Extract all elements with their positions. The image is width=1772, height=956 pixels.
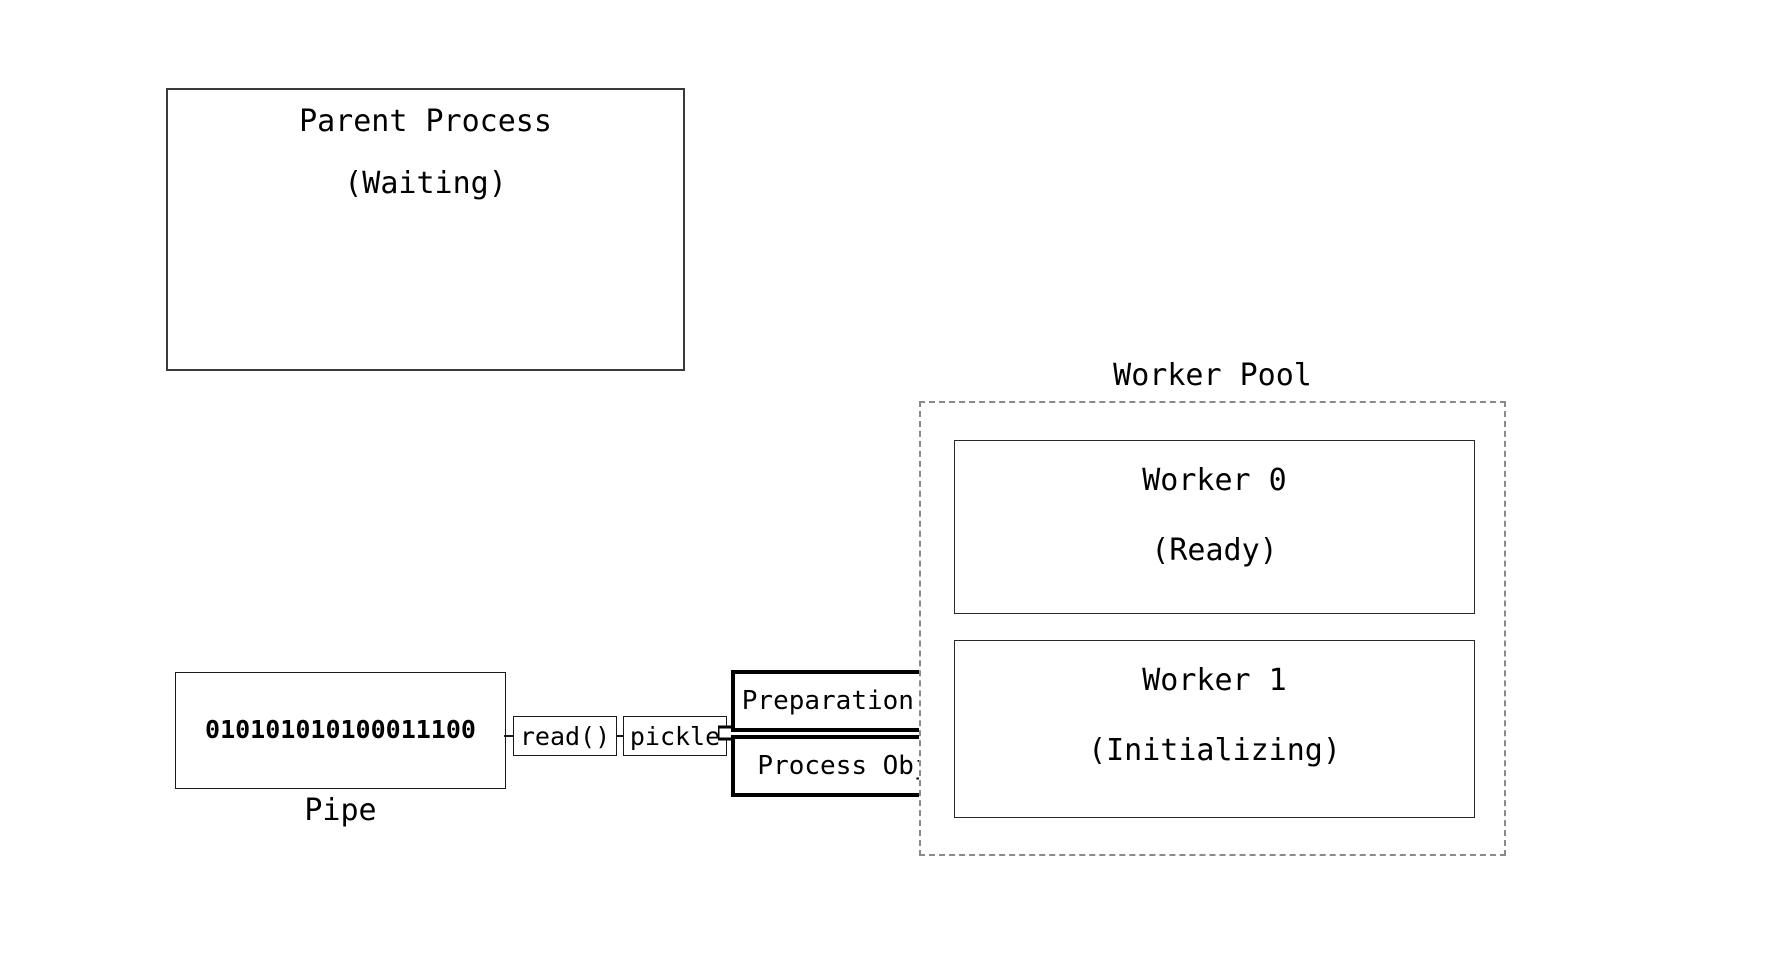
pickle-box: pickle (623, 716, 727, 756)
pipe-box: 010101010100011100 (175, 672, 506, 789)
worker-0-title: Worker 0 (1142, 463, 1287, 498)
worker-0-box: Worker 0 (Ready) (954, 440, 1475, 614)
read-call-box: read() (513, 716, 617, 756)
worker-pool-label: Worker Pool (1113, 358, 1312, 393)
worker-0-state: (Ready) (1151, 533, 1278, 568)
pipe-binary-payload: 010101010100011100 (205, 715, 476, 744)
parent-process-box: Parent Process (Waiting) (166, 88, 685, 371)
pipe-label: Pipe (304, 793, 377, 828)
diagram-canvas: Parent Process (Waiting) 010101010100011… (0, 0, 1772, 956)
worker-1-box: Worker 1 (Initializing) (954, 640, 1475, 818)
parent-process-state: (Waiting) (344, 166, 507, 201)
parent-process-title: Parent Process (299, 104, 552, 139)
worker-1-state: (Initializing) (1088, 733, 1341, 768)
worker-1-title: Worker 1 (1142, 663, 1287, 698)
